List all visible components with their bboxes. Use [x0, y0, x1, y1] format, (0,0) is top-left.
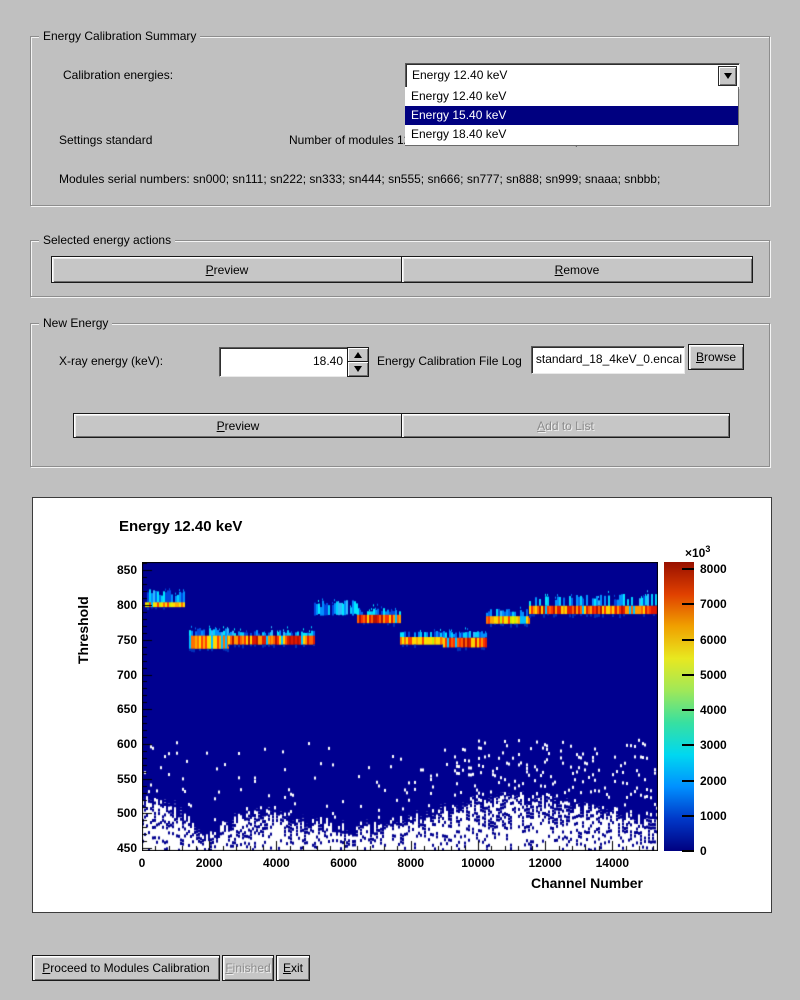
exit-button[interactable]: Exit: [276, 955, 310, 981]
colorbar-tick: [682, 674, 694, 676]
colorbar-tick-label: 5000: [700, 668, 727, 682]
preview-selected-button[interactable]: Preview: [51, 256, 403, 283]
threshold-scan-heatmap: [142, 562, 658, 851]
add-to-list-button[interactable]: Add to List: [401, 413, 730, 438]
x-tick-label: 12000: [515, 856, 575, 870]
y-tick-label: 850: [103, 563, 137, 577]
y-tick-label: 500: [103, 806, 137, 820]
file-log-input[interactable]: standard_18_4keV_0.encal: [531, 346, 685, 374]
chevron-down-icon: [724, 73, 732, 79]
xray-energy-stepper: [347, 347, 367, 375]
energy-combobox-value: Energy 12.40 keV: [412, 64, 507, 86]
spin-down-button[interactable]: [347, 361, 369, 377]
calibration-energies-label: Calibration energies:: [63, 68, 173, 82]
dropdown-option-2[interactable]: Energy 15.40 keV: [405, 106, 738, 125]
colorbar-tick-label: 3000: [700, 738, 727, 752]
arrow-up-icon: [354, 352, 362, 358]
colorbar-tick: [682, 568, 694, 570]
x-tick-label: 2000: [179, 856, 239, 870]
xray-energy-input[interactable]: 18.40: [219, 347, 349, 377]
colorbar-tick-label: 2000: [700, 774, 727, 788]
y-tick-label: 700: [103, 668, 137, 682]
dropdown-option-3[interactable]: Energy 18.40 keV: [405, 125, 738, 144]
xray-energy-value: 18.40: [313, 348, 343, 374]
y-tick-label: 750: [103, 633, 137, 647]
modules-count-label: Number of modules 12: [289, 133, 410, 147]
browse-button[interactable]: Browse: [688, 344, 744, 370]
colorbar-tick-label: 6000: [700, 633, 727, 647]
colorbar-tick-label: 1000: [700, 809, 727, 823]
actions-group-title: Selected energy actions: [39, 233, 175, 248]
energy-combobox[interactable]: Energy 12.40 keV: [405, 63, 740, 89]
xray-energy-label: X-ray energy (keV):: [59, 354, 163, 368]
calibration-chart-panel: Energy 12.40 keV Threshold ×103 Channel …: [32, 497, 772, 913]
file-log-value: standard_18_4keV_0.encal: [534, 347, 682, 371]
x-tick-label: 10000: [448, 856, 508, 870]
proceed-to-modules-calibration-button[interactable]: Proceed to Modules Calibration: [32, 955, 220, 981]
colorbar-tick: [682, 815, 694, 817]
x-axis-title: Channel Number: [433, 875, 643, 891]
x-tick-label: 4000: [246, 856, 306, 870]
remove-button[interactable]: Remove: [401, 256, 753, 283]
x-tick-label: 0: [112, 856, 172, 870]
colorbar-tick-label: 4000: [700, 703, 727, 717]
y-tick-label: 450: [103, 841, 137, 855]
y-axis-title: Threshold: [75, 596, 91, 664]
energy-calibration-window: { "summary": { "title": "Energy Calibrat…: [0, 0, 800, 1000]
colorbar-tick: [682, 850, 694, 852]
x-tick-label: 14000: [582, 856, 642, 870]
colorbar-tick: [682, 603, 694, 605]
dropdown-option-1[interactable]: Energy 12.40 keV: [405, 87, 738, 106]
file-log-label: Energy Calibration File Log: [377, 354, 522, 368]
colorbar: [664, 562, 694, 851]
colorbar-tick: [682, 780, 694, 782]
y-tick-label: 650: [103, 702, 137, 716]
new-energy-group: New Energy X-ray energy (keV): 18.40 Ene…: [30, 323, 770, 467]
serial-numbers-label: Modules serial numbers: sn000; sn111; sn…: [59, 172, 660, 186]
chart-title: Energy 12.40 keV: [119, 518, 242, 535]
colorbar-tick-label: 0: [700, 844, 707, 858]
settings-label: Settings standard: [59, 133, 152, 147]
colorbar-tick: [682, 709, 694, 711]
combobox-dropdown-button[interactable]: [718, 66, 737, 86]
y-tick-label: 600: [103, 737, 137, 751]
x-tick-label: 6000: [314, 856, 374, 870]
colorbar-scale-label: ×103: [685, 544, 710, 560]
summary-group-title: Energy Calibration Summary: [39, 29, 200, 44]
colorbar-tick: [682, 639, 694, 641]
summary-group: Energy Calibration Summary Calibration e…: [30, 36, 770, 206]
y-tick-label: 800: [103, 598, 137, 612]
new-energy-group-title: New Energy: [39, 316, 112, 331]
x-tick-label: 8000: [381, 856, 441, 870]
finished-button[interactable]: Finished: [222, 955, 274, 981]
colorbar-tick-label: 7000: [700, 597, 727, 611]
energy-dropdown-list: Energy 12.40 keV Energy 15.40 keV Energy…: [405, 87, 739, 146]
actions-group: Selected energy actions Preview Remove: [30, 240, 770, 297]
arrow-down-icon: [354, 366, 362, 372]
y-tick-label: 550: [103, 772, 137, 786]
colorbar-tick: [682, 744, 694, 746]
preview-new-button[interactable]: Preview: [73, 413, 403, 438]
colorbar-tick-label: 8000: [700, 562, 727, 576]
